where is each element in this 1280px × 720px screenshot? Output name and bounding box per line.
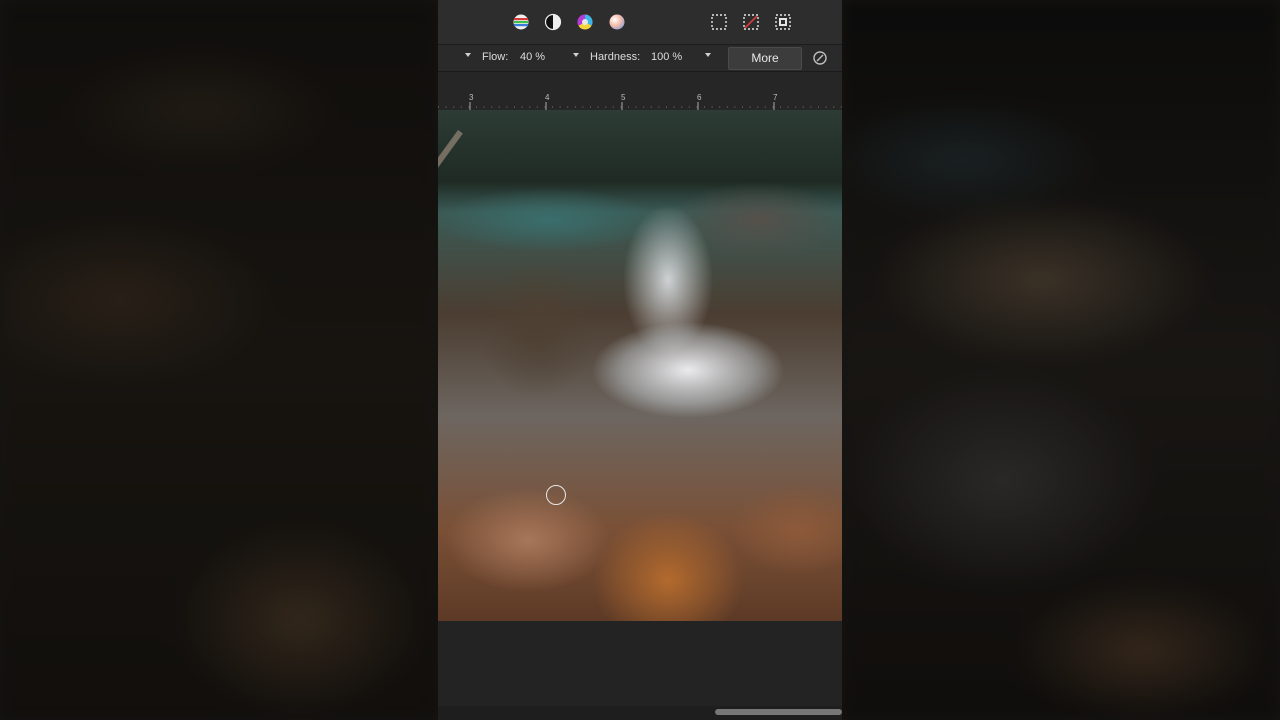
contrast-icon[interactable] — [543, 12, 563, 32]
more-button[interactable]: More — [728, 47, 802, 70]
color-wheel-icon[interactable] — [575, 12, 595, 32]
invert-selection-icon[interactable] — [773, 12, 793, 32]
hardness-dropdown-icon[interactable] — [705, 53, 711, 57]
hardness-label: Hardness: — [590, 51, 641, 63]
flow-label: Flow: — [482, 51, 509, 63]
marquee-select-icon[interactable] — [709, 12, 729, 32]
brush-settings-icon[interactable] — [808, 48, 832, 68]
context-toolbar: Flow: 40 % Hardness: 100 % More — [438, 45, 842, 72]
horizontal-ruler: 3 4 5 6 7 — [438, 92, 842, 111]
gradient-sphere-icon[interactable] — [607, 12, 627, 32]
painting-canvas[interactable] — [438, 110, 842, 621]
flow-field[interactable]: 40 % — [520, 51, 545, 63]
blurred-background-right — [842, 0, 1280, 720]
brush-cursor — [546, 485, 566, 505]
hsl-adjustment-icon[interactable] — [511, 12, 531, 32]
scrollbar-thumb[interactable] — [715, 709, 842, 715]
ruler-ticks — [438, 102, 842, 110]
app-window: Flow: 40 % Hardness: 100 % More 3 4 5 6 … — [438, 0, 842, 720]
flow-dropdown-icon[interactable] — [573, 53, 579, 57]
main-toolbar — [438, 0, 842, 45]
deselect-icon[interactable] — [741, 12, 761, 32]
hardness-field[interactable]: 100 % — [651, 51, 682, 63]
toolbar-gap — [438, 72, 842, 92]
blurred-background-left — [0, 0, 438, 720]
painted-branch — [438, 130, 463, 320]
chevron-down-icon[interactable] — [465, 53, 471, 57]
